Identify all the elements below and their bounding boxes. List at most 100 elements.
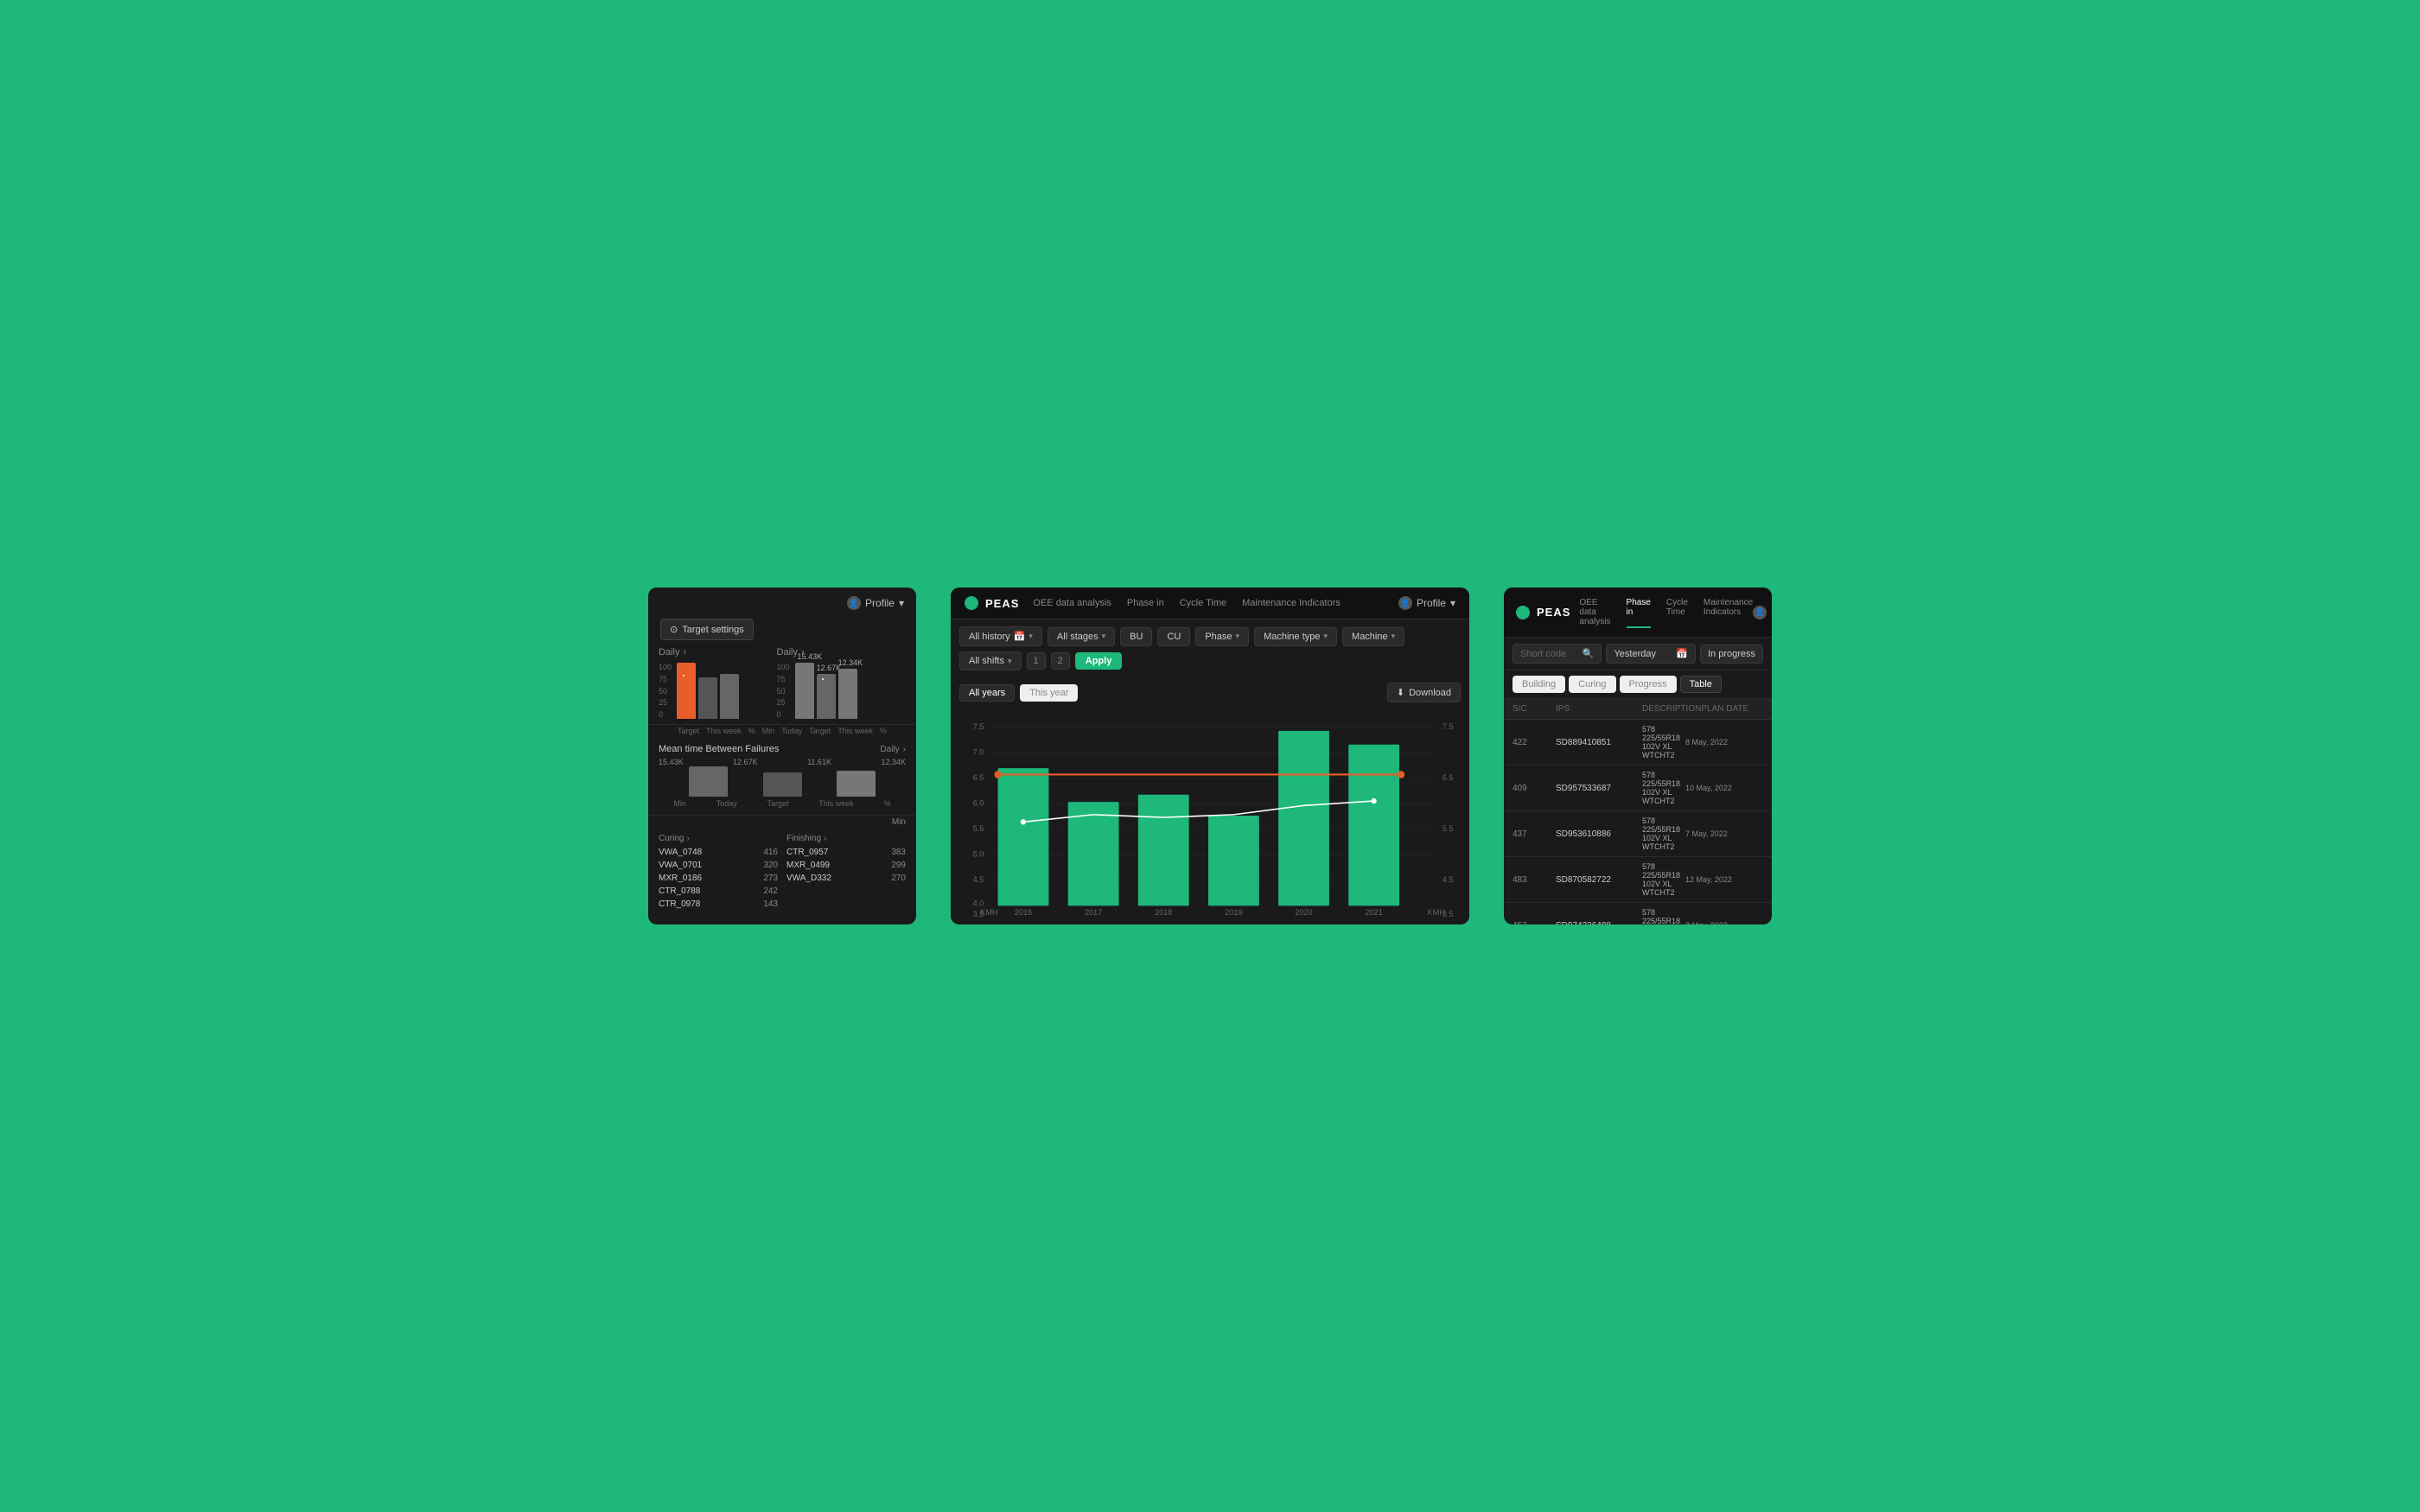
svg-text:KMH: KMH — [980, 908, 997, 917]
svg-text:5.5: 5.5 — [1442, 824, 1454, 833]
all-stages-filter[interactable]: All stages ▾ — [1048, 627, 1115, 646]
view-tabs: Building Curing Progress Table — [1504, 670, 1772, 699]
svg-text:2019: 2019 — [1225, 908, 1242, 917]
th-desc: Description — [1642, 704, 1701, 714]
filter-toolbar: All history 📅 ▾ All stages ▾ BU CU Phase… — [951, 619, 1469, 677]
machine-filter[interactable]: Machine ▾ — [1342, 627, 1404, 646]
metric-chevron-left: › — [683, 647, 686, 658]
all-history-label: All history — [969, 632, 1010, 642]
target-settings-button[interactable]: ⊙ Target settings — [660, 619, 754, 640]
bar-gray-1 — [698, 677, 717, 719]
peas-text-3: PEAS — [1537, 606, 1570, 619]
mtbf-section: Mean time Between Failures Daily › 15.43… — [648, 737, 916, 815]
apply-button[interactable]: Apply — [1075, 652, 1123, 670]
profile-label: Profile — [865, 597, 895, 609]
mtbf-bar1 — [689, 766, 729, 797]
cu-filter[interactable]: CU — [1157, 627, 1190, 646]
pager-2[interactable]: 2 — [1051, 652, 1070, 670]
metric-title-right: Daily › — [777, 647, 906, 658]
tab-maintenance[interactable]: Maintenance Indicators — [1242, 596, 1341, 610]
machine-type-filter[interactable]: Machine type ▾ — [1254, 627, 1337, 646]
table-row[interactable]: 483 SD870582722 578 225/55R18 102V XL WT… — [1504, 857, 1772, 903]
svg-text:7.5: 7.5 — [973, 722, 984, 731]
all-years-tab[interactable]: All years — [959, 684, 1015, 702]
bar-orange — [677, 663, 696, 719]
problem-row: CTR_0978 143 — [659, 898, 778, 911]
bar-2017 — [1068, 802, 1119, 905]
mtbf-bar2 — [763, 772, 803, 797]
problem-row: CTR_0957 383 — [786, 846, 906, 859]
orange-dot-end — [1398, 771, 1404, 778]
scale-right: 100 75 50 25 0 — [777, 663, 790, 719]
tab-oee[interactable]: OEE data analysis — [1033, 596, 1111, 610]
download-button[interactable]: ⬇ Download — [1387, 683, 1461, 702]
metric-title-left: Daily › — [659, 647, 767, 658]
tab3-cycletime[interactable]: Cycle Time — [1666, 596, 1688, 628]
nav-tabs: OEE data analysis Phase in Cycle Time Ma… — [1033, 596, 1340, 610]
table-row[interactable]: 452 SD974236488 578 225/55R18 102V XL WT… — [1504, 903, 1772, 924]
profile-chevron: ▾ — [899, 597, 904, 609]
this-year-tab[interactable]: This year — [1020, 684, 1078, 702]
bar-r1 — [795, 663, 814, 719]
panel-phasein: PEAS OEE data analysis Phase in Cycle Ti… — [1504, 588, 1772, 924]
th-date: Plan date — [1701, 704, 1772, 714]
bar-r3: 12.34K — [838, 669, 857, 719]
view-tab-building[interactable]: Building — [1512, 676, 1565, 693]
bar-2016 — [998, 768, 1049, 905]
profile-button[interactable]: 👤 Profile ▾ — [847, 596, 904, 610]
mtbf-header: Mean time Between Failures Daily › — [659, 744, 906, 754]
tab3-maintenance[interactable]: Maintenance Indicators — [1704, 596, 1753, 628]
tab3-phasein[interactable]: Phase in — [1627, 596, 1651, 628]
profile-chevron-2: ▾ — [1450, 597, 1455, 609]
svg-text:5.0: 5.0 — [973, 849, 984, 858]
profile-icon-3: 👤 — [1753, 606, 1767, 619]
curing-col: Curing › VWA_0748 416 VWA_0701 320 MXR_0… — [659, 834, 778, 911]
tab-phasein[interactable]: Phase in — [1127, 596, 1164, 610]
view-tab-curing[interactable]: Curing — [1569, 676, 1615, 693]
dot-marker-r — [822, 678, 824, 680]
panel3-toolbar: Short code 🔍 Yesterday 📅 In progress — [1504, 638, 1772, 670]
metrics-top: Daily › 100 75 50 25 0 Daily — [648, 647, 916, 724]
short-code-search[interactable]: Short code 🔍 — [1512, 644, 1602, 664]
bu-filter[interactable]: BU — [1120, 627, 1152, 646]
profile-button-2[interactable]: 👤 Profile ▾ — [1398, 596, 1455, 610]
view-tab-table[interactable]: Table — [1680, 676, 1722, 693]
svg-text:2017: 2017 — [1085, 908, 1102, 917]
problem-row: VWA_0701 320 — [659, 859, 778, 872]
date-filter[interactable]: Yesterday 📅 — [1606, 644, 1695, 664]
svg-text:2018: 2018 — [1155, 908, 1172, 917]
trend-dot-2016 — [1021, 819, 1026, 824]
panel2-header: PEAS OEE data analysis Phase in Cycle Ti… — [951, 588, 1469, 619]
table-row[interactable]: 437 SD953610886 578 225/55R18 102V XL WT… — [1504, 811, 1772, 857]
panel1-header: 👤 Profile ▾ — [648, 588, 916, 619]
pager-1[interactable]: 1 — [1027, 652, 1046, 670]
all-history-chevron: ▾ — [1028, 632, 1033, 641]
mtbf-bars-container: 15.43K 12.67K 11.61K 12.34K — [659, 758, 906, 797]
phase-filter[interactable]: Phase ▾ — [1195, 627, 1249, 646]
row-labels: Target This week % Min Today Target This… — [648, 724, 916, 737]
calendar-icon: 📅 — [1014, 631, 1026, 642]
year-tabs: All years This year — [959, 684, 1078, 702]
panel3-header: PEAS OEE data analysis Phase in Cycle Ti… — [1504, 588, 1772, 638]
table-row[interactable]: 422 SD889410851 578 225/55R18 102V XL WT… — [1504, 720, 1772, 766]
tab-cycletime[interactable]: Cycle Time — [1180, 596, 1226, 610]
tab3-oee[interactable]: OEE data analysis — [1579, 596, 1610, 628]
profile-button-3[interactable]: 👤 Profile ▾ — [1753, 606, 1772, 619]
svg-text:6.0: 6.0 — [973, 798, 984, 807]
problems-grid: Curing › VWA_0748 416 VWA_0701 320 MXR_0… — [659, 834, 906, 911]
peas-logo-3: PEAS — [1516, 606, 1570, 619]
svg-text:4.5: 4.5 — [973, 875, 984, 884]
bar-2019 — [1208, 816, 1259, 905]
view-tab-progress[interactable]: Progress — [1620, 676, 1677, 693]
calendar-icon-3: 📅 — [1676, 648, 1688, 659]
peas-text: PEAS — [985, 597, 1019, 610]
finishing-header: Finishing › — [786, 834, 906, 843]
table-row[interactable]: 409 SD957533687 578 225/55R18 102V XL WT… — [1504, 766, 1772, 811]
panel-maintenance: 👤 Profile ▾ ⊙ Target settings Daily › 10… — [648, 588, 916, 924]
all-history-filter[interactable]: All history 📅 ▾ — [959, 626, 1042, 646]
status-filter[interactable]: In progress — [1700, 645, 1763, 664]
search-icon: 🔍 — [1583, 648, 1595, 659]
bars-left: 100 75 50 25 0 — [659, 663, 767, 719]
all-shifts-filter[interactable]: All shifts ▾ — [959, 651, 1022, 670]
profile-label-2: Profile — [1417, 597, 1446, 609]
